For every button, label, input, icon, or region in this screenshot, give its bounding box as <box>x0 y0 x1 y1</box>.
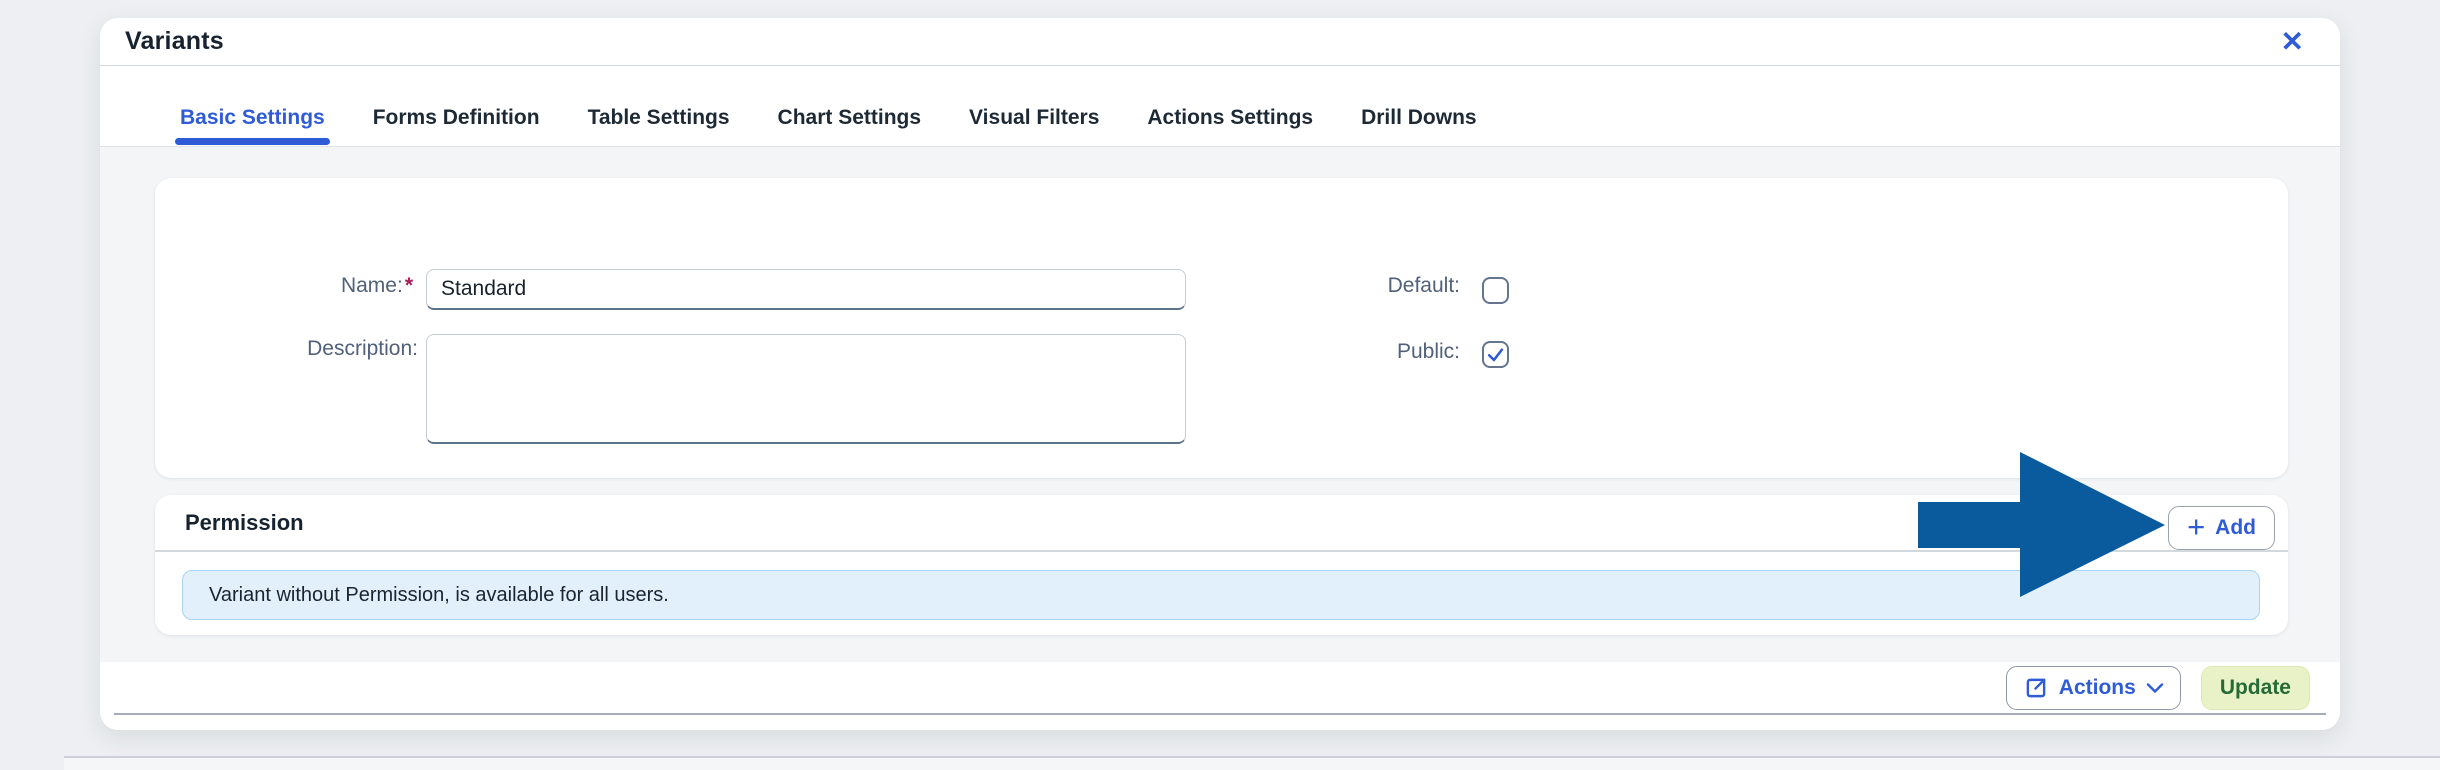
basic-settings-form: Name:* Description: Default: Public: <box>155 178 2288 478</box>
tab-actions-settings[interactable]: Actions Settings <box>1147 90 1313 146</box>
permission-section: Permission + Add Variant without Permiss… <box>155 495 2288 635</box>
checkmark-icon <box>1487 348 1504 362</box>
public-label-text: Public: <box>1396 340 1460 363</box>
variants-dialog: Variants ✕ Basic Settings Forms Definiti… <box>100 18 2340 730</box>
name-input[interactable] <box>426 269 1186 310</box>
footer-divider-bottom <box>114 713 2326 715</box>
default-checkbox[interactable] <box>1482 277 1509 304</box>
actions-button[interactable]: Actions <box>2005 665 2181 710</box>
info-message-text: Variant without Permission, is available… <box>209 583 669 606</box>
default-label-text: Default: <box>1387 274 1460 297</box>
name-label-text: Name: <box>340 274 403 297</box>
tab-forms-definition[interactable]: Forms Definition <box>373 90 540 146</box>
dialog-title: Variants <box>125 27 224 55</box>
chevron-down-icon <box>2146 682 2164 693</box>
actions-button-label: Actions <box>2058 675 2136 699</box>
permission-header: Permission <box>155 495 2288 552</box>
footer-bar: Actions Update <box>100 662 2340 713</box>
tab-drill-downs[interactable]: Drill Downs <box>1361 90 1477 146</box>
tab-table-settings[interactable]: Table Settings <box>588 90 730 146</box>
add-button[interactable]: + Add <box>2168 506 2275 550</box>
close-icon[interactable]: ✕ <box>2275 26 2310 58</box>
required-marker: * <box>404 274 413 297</box>
add-button-label: Add <box>2215 516 2256 539</box>
tab-bar: Basic Settings Forms Definition Table Se… <box>100 66 2340 147</box>
tab-chart-settings[interactable]: Chart Settings <box>778 90 922 146</box>
update-button[interactable]: Update <box>2200 665 2310 710</box>
public-label: Public: <box>1260 338 1460 366</box>
update-button-label: Update <box>2219 675 2291 699</box>
description-textarea[interactable] <box>426 334 1186 444</box>
dialog-content: Name:* Description: Default: Public: <box>100 147 2340 662</box>
action-share-icon <box>2026 678 2046 697</box>
default-label: Default: <box>1260 272 1460 300</box>
dialog-header: Variants ✕ <box>100 18 2340 66</box>
plus-icon: + <box>2187 508 2206 544</box>
background-page-strip <box>64 756 2440 770</box>
name-label: Name:* <box>155 272 413 300</box>
public-checkbox[interactable] <box>1482 341 1509 368</box>
tab-visual-filters[interactable]: Visual Filters <box>969 90 1099 146</box>
description-label-text: Description: <box>307 337 418 360</box>
tab-basic-settings[interactable]: Basic Settings <box>175 90 330 146</box>
permission-title: Permission <box>185 509 304 535</box>
description-label: Description: <box>155 335 418 363</box>
permission-info-message: Variant without Permission, is available… <box>182 570 2260 620</box>
